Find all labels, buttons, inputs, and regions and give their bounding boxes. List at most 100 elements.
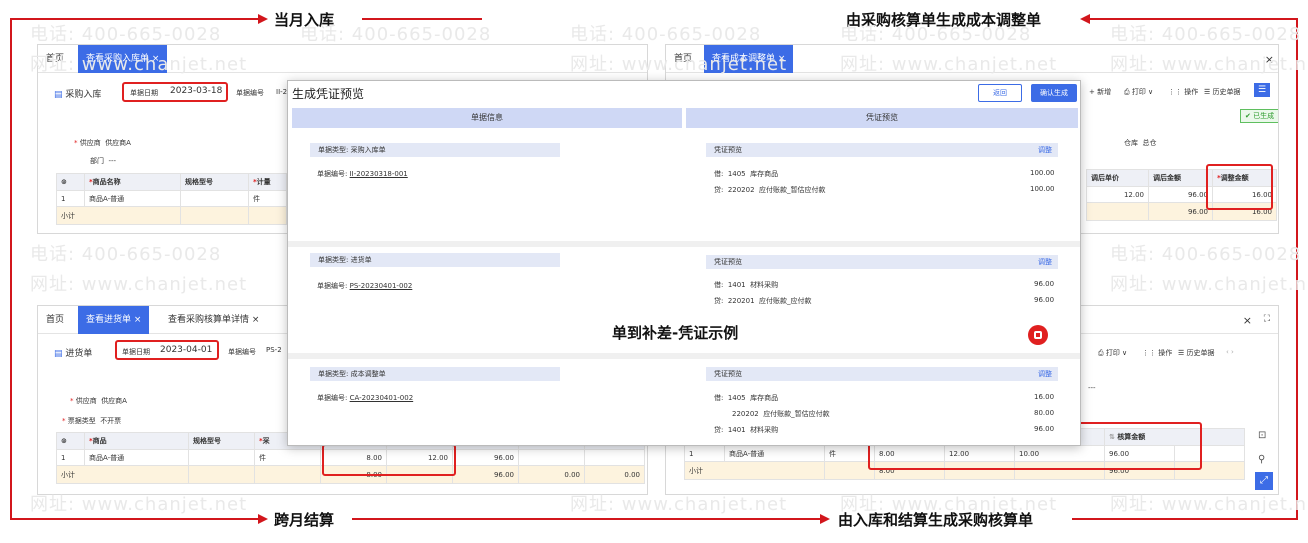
annotation-cross-month-settlement: 跨月结算	[274, 511, 335, 529]
no-value: PS-2	[266, 346, 282, 354]
link-icon[interactable]: ⚲	[1258, 454, 1265, 465]
annotation-cost-adjustment: 由采购核算单生成成本调整单	[846, 11, 1042, 29]
new-button[interactable]: + 新增	[1089, 87, 1111, 97]
voucher-line: 贷: 220201 应付账款_应付款	[714, 297, 812, 305]
record-icon-inner	[1034, 331, 1042, 339]
no-label: 单据编号	[228, 348, 256, 356]
col-settings-icon[interactable]: ⊚	[56, 173, 85, 191]
voucher-amount: 96.00	[1034, 296, 1055, 304]
back-button[interactable]: 返回	[978, 84, 1022, 102]
print-button[interactable]: ⎙ 打印 ∨	[1098, 348, 1127, 358]
history-button[interactable]: ☰ 历史单据	[1178, 348, 1215, 358]
tab-purchase-goods[interactable]: 查看进货单 ×	[78, 306, 150, 334]
col-spec: 规格型号	[180, 173, 249, 191]
qty-price-highlight	[322, 444, 456, 476]
doc-type-bar: 单据类型: 进货单	[310, 253, 560, 267]
voucher-preview-dialog: 生成凭证预览 返回 确认生成 单据信息 凭证预览 单据类型: 采购入库单 单据编…	[287, 80, 1081, 446]
adjust-link[interactable]: 调整	[1038, 143, 1052, 157]
form-icon[interactable]: ⊡	[1258, 430, 1266, 441]
watermark: 电话: 400-665-0028	[30, 24, 222, 45]
doc-type-bar: 单据类型: 采购入库单	[310, 143, 560, 157]
record-icon[interactable]	[1028, 325, 1048, 345]
tab-home[interactable]: 首页	[666, 45, 700, 73]
no-label: 单据编号	[236, 89, 264, 97]
voucher-line: 借: 1401 材料采购	[714, 281, 779, 289]
col-name: *商品	[84, 432, 189, 450]
expand-icon[interactable]: ⤢	[1255, 472, 1273, 490]
date-value: 2023-03-18	[170, 86, 223, 96]
center-caption: 单到补差-凭证示例	[612, 324, 739, 342]
list-view-icon[interactable]: ☰	[1254, 83, 1270, 97]
tab-accounting-detail[interactable]: 查看采购核算单详情 ×	[160, 306, 267, 334]
close-icon[interactable]: ×	[1265, 53, 1274, 66]
annotation-current-month-receipt: 当月入库	[274, 11, 335, 29]
col-unit: *计量	[248, 173, 287, 191]
voucher-line: 220202 应付账款_暂估应付款	[732, 410, 830, 418]
col-settings-icon[interactable]: ⊚	[56, 432, 85, 450]
item-table: ⊚ *商品名称 规格型号 *计量 1 商品A-普通件 小计	[56, 173, 287, 225]
tab-bar: 首页 查看采购入库单 ×	[38, 45, 647, 73]
adjust-link[interactable]: 调整	[1038, 255, 1052, 269]
watermark: 电话: 400-665-0028	[1110, 244, 1302, 265]
voucher-line: 贷: 1401 材料采购	[714, 426, 779, 434]
col-name: *商品名称	[84, 173, 181, 191]
watermark: 网址: www.chanjet.net	[1110, 274, 1308, 295]
dialog-title: 生成凭证预览	[292, 87, 365, 101]
date-value: 2023-04-01	[160, 345, 213, 355]
print-button[interactable]: ⎙ 打印 ∨	[1124, 87, 1153, 97]
table-row[interactable]: 1 商品A-普通件	[56, 190, 287, 207]
ops-button[interactable]: ⋮⋮ 操作	[1168, 87, 1198, 97]
date-label: 单据日期	[122, 348, 150, 356]
doc-no-link[interactable]: PS-20230401-002	[350, 282, 413, 290]
watermark: 电话: 400-665-0028	[570, 24, 762, 45]
tab-home[interactable]: 首页	[38, 306, 72, 334]
tab-cost-adjustment[interactable]: 查看成本调整单 ×	[704, 45, 794, 73]
doc-no-link[interactable]: II-20230318-001	[350, 170, 408, 178]
supplier-field: * 供应商 供应商A	[70, 397, 127, 405]
fullscreen-icon[interactable]: ⛶	[1264, 314, 1270, 324]
dash-field: ---	[1088, 384, 1096, 392]
voucher-amount: 100.00	[1030, 169, 1055, 177]
voucher-amount: 100.00	[1030, 185, 1055, 193]
col-adj-price: 调后单价	[1086, 169, 1149, 187]
doc-info-header: 单据信息	[292, 108, 682, 128]
watermark: 电话: 400-665-0028	[1110, 24, 1302, 45]
close-icon[interactable]: ×	[1243, 314, 1252, 327]
separator	[288, 353, 1080, 359]
watermark: 电话: 400-665-0028	[30, 244, 222, 265]
voucher-bar: 凭证预览 调整	[706, 367, 1058, 381]
tab-bar: 首页 查看成本调整单 × ×	[666, 45, 1278, 73]
supplier-field: * 供应商 供应商A	[74, 139, 131, 147]
voucher-preview-header: 凭证预览	[686, 108, 1078, 128]
separator	[288, 241, 1080, 247]
watermark: 网址: www.chanjet.net	[30, 274, 248, 295]
doc-title-text: 采购入库	[65, 90, 102, 100]
col-adj-amount: 调后金额	[1148, 169, 1213, 187]
subtotal-row: 小计	[56, 206, 287, 225]
adjust-link[interactable]: 调整	[1038, 367, 1052, 381]
doc-type-bar: 单据类型: 成本调整单	[310, 367, 560, 381]
col-spec: 规格型号	[188, 432, 255, 450]
voucher-line: 借: 1405 库存商品	[714, 170, 779, 178]
doc-title-text: 进货单	[65, 349, 93, 359]
confirm-generate-button[interactable]: 确认生成	[1031, 84, 1077, 102]
adjust-highlight	[1206, 164, 1273, 210]
annotation-purchase-accounting: 由入库和结算生成采购核算单	[838, 511, 1034, 529]
doc-no: 单据编号: PS-20230401-002	[317, 282, 413, 290]
ops-button[interactable]: ⋮⋮ 操作	[1142, 348, 1172, 358]
doc-title: ▤ 采购入库	[54, 90, 102, 100]
no-value: II-2	[276, 88, 288, 96]
voucher-bar: 凭证预览 调整	[706, 143, 1058, 157]
date-label: 单据日期	[130, 89, 158, 97]
dept-field: 部门 ---	[90, 157, 117, 165]
doc-no-link[interactable]: CA-20230401-002	[350, 394, 414, 402]
history-button[interactable]: ☰ 历史单据	[1204, 87, 1241, 97]
tab-purchase-receipt[interactable]: 查看采购入库单 ×	[78, 45, 168, 73]
warehouse-field: 仓库 总仓	[1124, 139, 1157, 147]
voucher-bar: 凭证预览 调整	[706, 255, 1058, 269]
nav-arrows[interactable]: ‹ ›	[1226, 348, 1234, 356]
ticket-field: * 票据类型 不开票	[62, 417, 122, 425]
voucher-amount: 96.00	[1034, 425, 1055, 433]
voucher-line: 贷: 220202 应付账款_暂估应付款	[714, 186, 826, 194]
tab-home[interactable]: 首页	[38, 45, 72, 73]
